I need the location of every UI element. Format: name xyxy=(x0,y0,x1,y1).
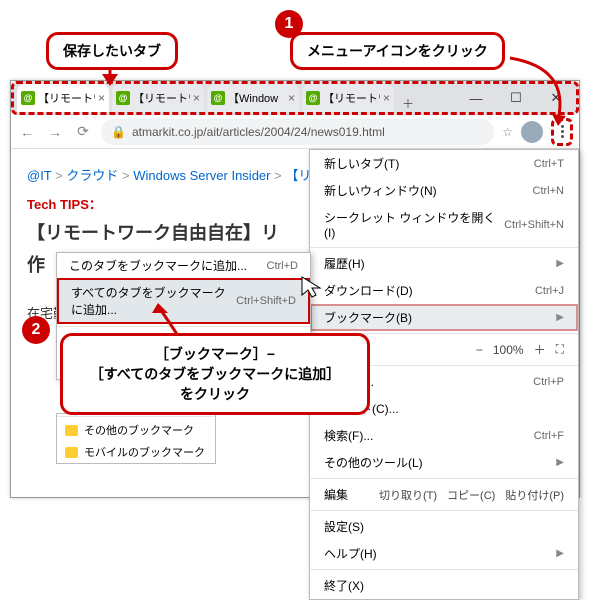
zoom-value: 100% xyxy=(493,343,524,357)
menu-edit-row: 編集 切り取り(T) コピー(C) 貼り付け(P) xyxy=(310,481,578,508)
tab-close-button[interactable]: × xyxy=(383,91,390,105)
menu-item-history[interactable]: 履歴(H)▶ xyxy=(310,250,578,277)
submenu-bookmark-all-tabs[interactable]: すべてのタブをブックマークに追加...Ctrl+Shift+D xyxy=(57,278,310,324)
chrome-menu-button[interactable] xyxy=(551,118,573,146)
folder-icon xyxy=(65,425,78,436)
edit-copy-button[interactable]: コピー(C) xyxy=(447,487,495,503)
edit-cut-button[interactable]: 切り取り(T) xyxy=(379,487,437,503)
callout-menu-icon: メニューアイコンをクリック xyxy=(290,32,505,70)
crumb-link[interactable]: クラウド xyxy=(66,168,118,183)
menu-item-find[interactable]: 検索(F)...Ctrl+F xyxy=(310,422,578,449)
zoom-in-button[interactable]: ＋ xyxy=(534,341,546,358)
menu-item-settings[interactable]: 設定(S) xyxy=(310,513,578,540)
step-badge-1: 1 xyxy=(275,10,303,38)
chevron-right-icon: ▶ xyxy=(556,258,564,269)
menu-item-incognito[interactable]: シークレット ウィンドウを開く(I)Ctrl+Shift+N xyxy=(310,204,578,245)
submenu-bookmark-this-tab[interactable]: このタブをブックマークに追加...Ctrl+D xyxy=(57,253,310,278)
bookmark-star-icon[interactable]: ☆ xyxy=(502,125,513,139)
tab-close-button[interactable]: × xyxy=(288,91,295,105)
folder-icon xyxy=(65,447,78,458)
new-tab-button[interactable]: ＋ xyxy=(394,95,422,112)
fullscreen-icon[interactable]: ⛶ xyxy=(556,342,564,357)
crumb-link[interactable]: @IT xyxy=(27,168,52,183)
menu-item-more-tools[interactable]: その他のツール(L)▶ xyxy=(310,449,578,476)
tab-bar: @ 【リモートワ × @ 【リモートワ × @ 【Window × @ 【リモー… xyxy=(11,81,579,115)
browser-tab[interactable]: @ 【Window × xyxy=(207,84,299,112)
window-minimize-button[interactable]: ― xyxy=(456,84,496,112)
url-text: atmarkit.co.jp/ait/articles/2004/24/news… xyxy=(132,125,385,139)
tab-close-button[interactable]: × xyxy=(98,91,105,105)
menu-item-new-window[interactable]: 新しいウィンドウ(N)Ctrl+N xyxy=(310,177,578,204)
tab-title: 【リモートワ xyxy=(133,90,190,106)
window-controls: ― ☐ ✕ xyxy=(456,84,576,112)
menu-item-bookmarks[interactable]: ブックマーク(B)▶ xyxy=(310,304,578,331)
browser-tab[interactable]: @ 【リモートワ × xyxy=(17,84,109,112)
browser-tab[interactable]: @ 【リモートワ × xyxy=(302,84,394,112)
tab-title: 【リモートワ xyxy=(323,90,380,106)
browser-tab[interactable]: @ 【リモートワ × xyxy=(112,84,204,112)
favicon-icon: @ xyxy=(21,91,35,105)
tab-title: 【リモートワ xyxy=(38,90,95,106)
back-button[interactable]: ← xyxy=(17,124,37,140)
window-maximize-button[interactable]: ☐ xyxy=(496,84,536,112)
forward-button[interactable]: → xyxy=(45,124,65,140)
edit-paste-button[interactable]: 貼り付け(P) xyxy=(505,487,564,503)
menu-item-downloads[interactable]: ダウンロード(D)Ctrl+J xyxy=(310,277,578,304)
folder-item-mobile[interactable]: モバイルのブックマーク xyxy=(57,441,215,463)
tab-close-button[interactable]: × xyxy=(193,91,200,105)
bookmark-folder-list: その他のブックマーク モバイルのブックマーク xyxy=(56,413,216,464)
step-badge-2: 2 xyxy=(22,316,50,344)
chevron-right-icon: ▶ xyxy=(556,312,564,323)
favicon-icon: @ xyxy=(306,91,320,105)
address-bar: ← → ⟳ 🔒 atmarkit.co.jp/ait/articles/2004… xyxy=(11,115,579,149)
favicon-icon: @ xyxy=(211,91,225,105)
menu-item-exit[interactable]: 終了(X) xyxy=(310,572,578,599)
url-field[interactable]: 🔒 atmarkit.co.jp/ait/articles/2004/24/ne… xyxy=(101,119,494,145)
zoom-out-button[interactable]: − xyxy=(476,343,483,357)
callout-tabs-to-save: 保存したいタブ xyxy=(46,32,178,70)
window-close-button[interactable]: ✕ xyxy=(536,84,576,112)
profile-avatar-icon[interactable] xyxy=(521,121,543,143)
crumb-link[interactable]: Windows Server Insider xyxy=(133,168,270,183)
favicon-icon: @ xyxy=(116,91,130,105)
menu-item-new-tab[interactable]: 新しいタブ(T)Ctrl+T xyxy=(310,150,578,177)
folder-item-other[interactable]: その他のブックマーク xyxy=(57,419,215,441)
reload-button[interactable]: ⟳ xyxy=(73,123,93,140)
menu-item-help[interactable]: ヘルプ(H)▶ xyxy=(310,540,578,567)
chevron-right-icon: ▶ xyxy=(556,457,564,468)
callout-bookmark-all: ［ブックマーク］− ［すべてのタブをブックマークに追加］ をクリック xyxy=(60,333,370,415)
chevron-right-icon: ▶ xyxy=(556,548,564,559)
tab-title: 【Window xyxy=(228,90,285,106)
lock-icon: 🔒 xyxy=(111,125,126,139)
